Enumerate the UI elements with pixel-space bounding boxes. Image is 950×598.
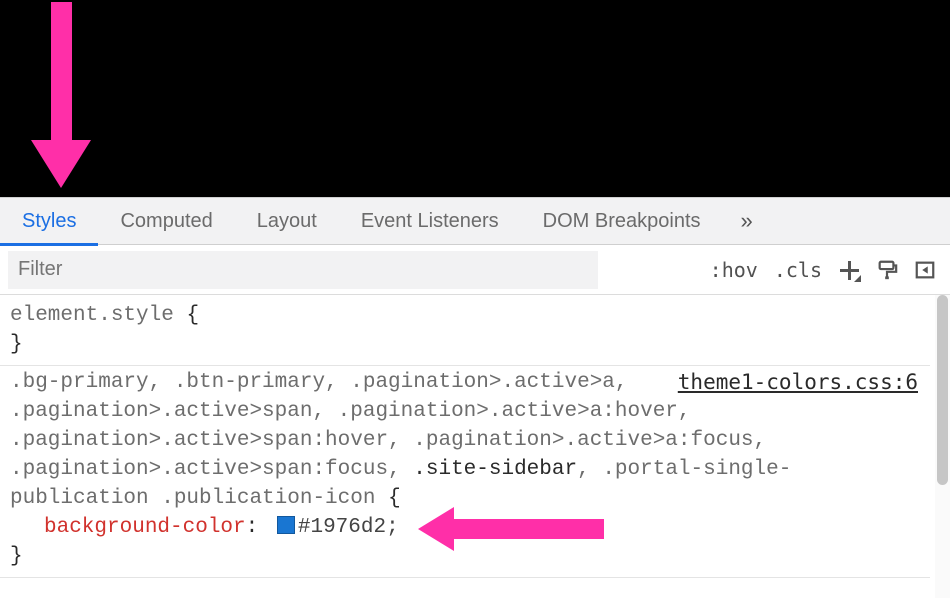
property-name: background-color — [44, 516, 246, 539]
brace-close: } — [10, 545, 23, 568]
tab-styles[interactable]: Styles — [0, 198, 98, 245]
scrollbar[interactable] — [935, 295, 950, 598]
devtools-styles-pane: Styles Computed Layout Event Listeners D… — [0, 197, 950, 598]
paint-icon — [876, 258, 898, 282]
plus-icon — [839, 260, 859, 280]
tab-dom-breakpoints[interactable]: DOM Breakpoints — [521, 198, 723, 245]
tab-computed[interactable]: Computed — [98, 198, 234, 245]
css-rule[interactable]: theme1-colors.css:6 .bg-primary, .btn-pr… — [0, 366, 930, 578]
tab-event-listeners[interactable]: Event Listeners — [339, 198, 521, 245]
new-style-rule-button[interactable] — [830, 251, 868, 289]
brace-close: } — [10, 333, 23, 356]
source-link[interactable]: theme1-colors.css:6 — [678, 368, 918, 397]
brace-open: { — [186, 304, 199, 327]
panel-icon — [914, 258, 936, 282]
element-style-rule[interactable]: element.style { } — [0, 299, 930, 366]
scrollbar-thumb[interactable] — [937, 295, 948, 485]
devtools-tabbar: Styles Computed Layout Event Listeners D… — [0, 198, 950, 245]
color-swatch[interactable] — [277, 516, 295, 534]
computed-toggle-icon[interactable] — [906, 251, 944, 289]
device-toolbar-icon[interactable] — [868, 251, 906, 289]
styles-rules-list: element.style { } theme1-colors.css:6 .b… — [0, 295, 930, 578]
filter-input[interactable] — [8, 251, 598, 289]
property-value: #1976d2 — [298, 516, 386, 539]
styles-toolbar: :hov .cls — [0, 245, 950, 295]
cls-toggle[interactable]: .cls — [766, 251, 830, 289]
tab-overflow[interactable]: » — [723, 198, 772, 245]
hov-toggle[interactable]: :hov — [702, 251, 766, 289]
tab-layout[interactable]: Layout — [235, 198, 339, 245]
selector-text: element.style — [10, 304, 174, 327]
annotation-arrow-right — [418, 507, 604, 551]
annotation-backdrop — [0, 0, 950, 197]
selector-group: .bg-primary, .btn-primary, .pagination>.… — [10, 371, 791, 510]
